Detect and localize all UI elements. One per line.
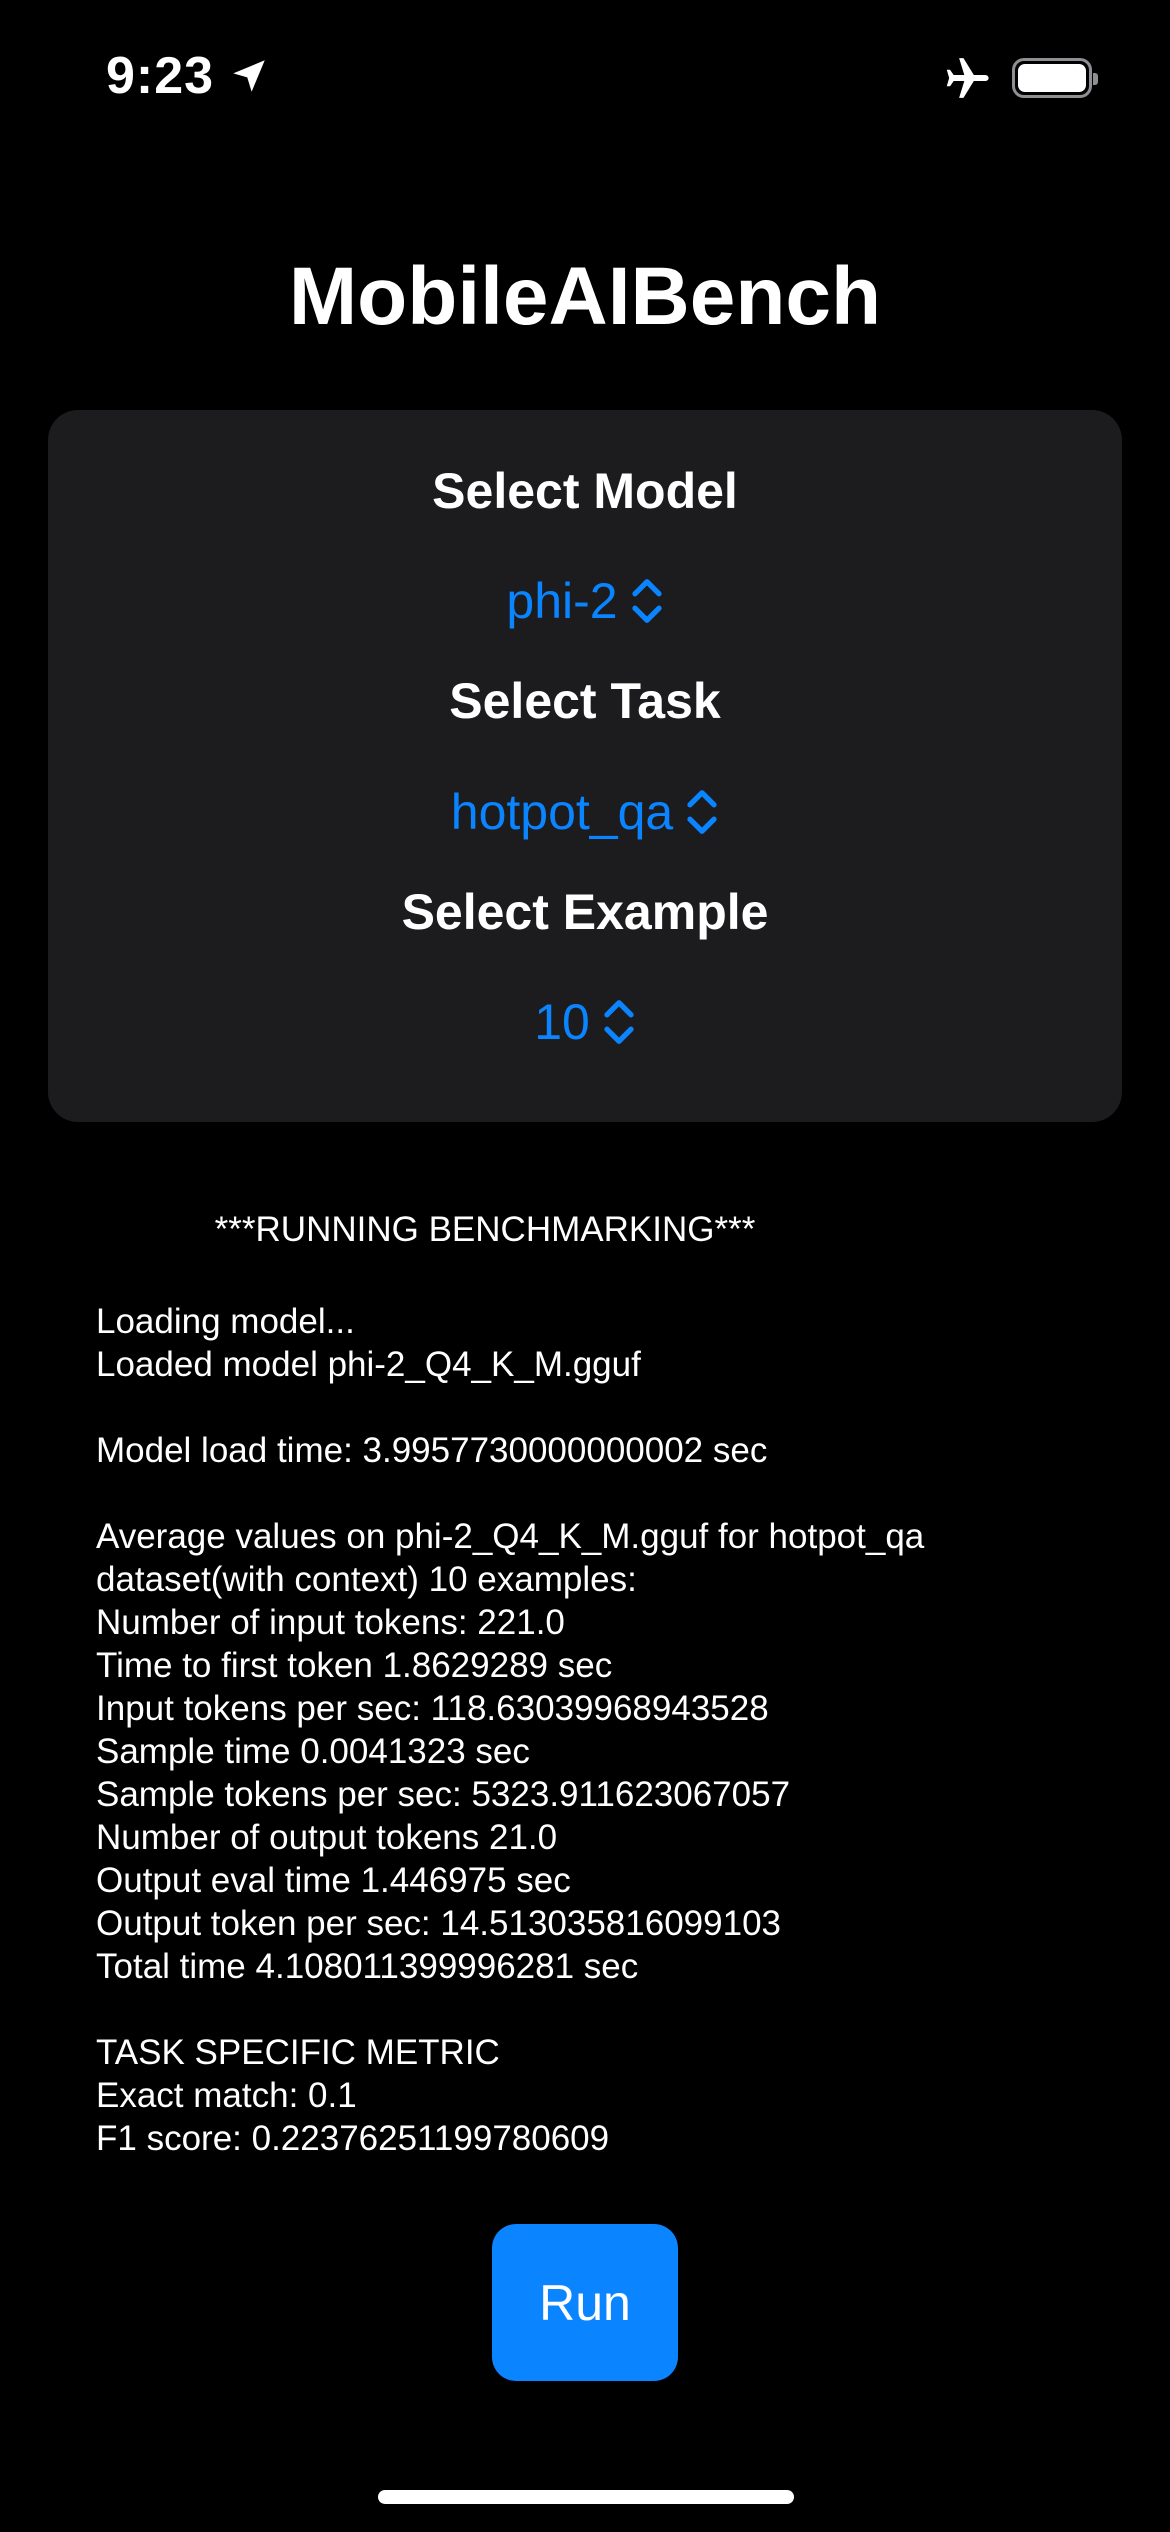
log-line: Number of input tokens: 221.0 [96, 1603, 565, 1642]
status-time: 9:23 [106, 47, 215, 105]
log-line: Loaded model phi-2_Q4_K_M.gguf [96, 1345, 641, 1384]
status-bar: 9:23 [0, 0, 1170, 150]
model-picker[interactable]: phi-2 [48, 572, 1122, 630]
location-arrow-icon [233, 60, 265, 92]
status-right-icons [942, 52, 1098, 104]
model-picker-value: phi-2 [506, 573, 618, 629]
log-line: Sample tokens per sec: 5323.911623067057 [96, 1775, 791, 1814]
log-line: Total time 4.108011399996281 sec [96, 1947, 639, 1986]
task-picker[interactable]: hotpot_qa [48, 783, 1122, 841]
select-model-label: Select Model [432, 463, 738, 519]
battery-cap [1093, 73, 1098, 85]
airplane-mode-icon [946, 58, 989, 98]
log-line: Input tokens per sec: 118.63039968943528 [96, 1689, 769, 1728]
log-line: Number of output tokens 21.0 [96, 1818, 558, 1857]
run-button[interactable]: Run [492, 2224, 678, 2381]
battery-fill [1018, 64, 1086, 92]
log-line: Exact match: 0.1 [96, 2076, 357, 2115]
benchmark-output-log: Loading model... Loaded model phi-2_Q4_K… [96, 1300, 1096, 2160]
log-line: Time to first token 1.8629289 sec [96, 1646, 613, 1685]
select-example-label: Select Example [401, 884, 769, 940]
log-line: Model load time: 3.9957730000000002 sec [96, 1431, 768, 1470]
chevron-up-down-icon [604, 1000, 634, 1044]
app-screen: 9:23 MobileAIBench Select Model phi-2 Se… [0, 0, 1170, 2532]
log-line: Output token per sec: 14.513035816099103 [96, 1904, 781, 1943]
example-picker-value: 10 [534, 994, 590, 1050]
chevron-up-down-icon [631, 579, 662, 623]
log-line: Average values on phi-2_Q4_K_M.gguf for … [96, 1517, 925, 1556]
selection-card: Select Model phi-2 Select Task hotpot_qa… [48, 410, 1122, 1122]
example-picker[interactable]: 10 [48, 993, 1122, 1051]
page-title: MobileAIBench [288, 251, 882, 342]
log-line: TASK SPECIFIC METRIC [96, 2033, 500, 2072]
status-time-group: 9:23 [106, 46, 270, 106]
select-task-label: Select Task [449, 673, 721, 729]
log-line: Loading model... [96, 1302, 355, 1341]
log-line: dataset(with context) 10 examples: [96, 1560, 637, 1599]
benchmark-status-header: ***RUNNING BENCHMARKING*** [214, 1210, 756, 1249]
task-picker-value: hotpot_qa [450, 784, 674, 840]
battery-icon [1012, 58, 1098, 98]
chevron-up-down-icon [687, 790, 717, 834]
home-indicator[interactable] [378, 2490, 794, 2504]
log-line: Output eval time 1.446975 sec [96, 1861, 571, 1900]
log-line: F1 score: 0.22376251199780609 [96, 2119, 610, 2158]
log-line: Sample time 0.0041323 sec [96, 1732, 530, 1771]
